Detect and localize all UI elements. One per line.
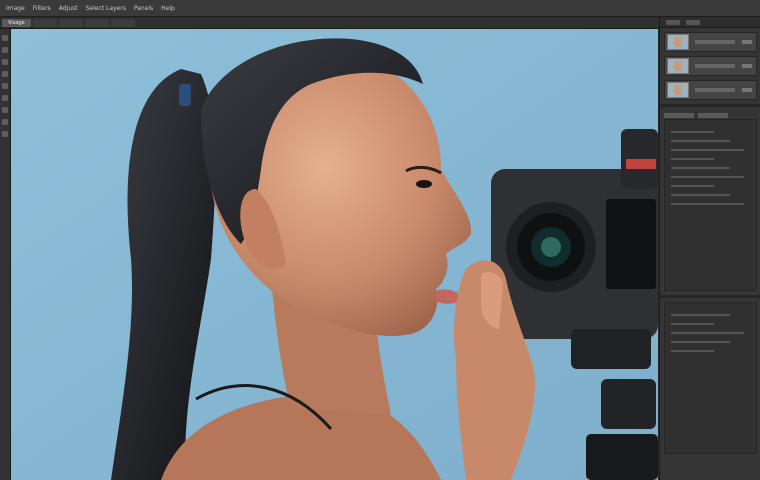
menu-item-help[interactable]: Help [161,5,175,12]
history-line [671,314,731,316]
property-line [671,176,744,178]
photo-woman-with-camera [11,29,658,480]
visibility-eye-icon[interactable] [742,64,752,68]
lasso-tool-icon[interactable] [2,59,8,65]
layer-row[interactable] [664,56,757,76]
tab-document-5[interactable] [110,18,135,27]
menu-item-filters[interactable]: Filters [33,5,51,12]
visibility-eye-icon[interactable] [742,88,752,92]
layers-list [660,28,760,100]
adjustments-tab[interactable] [698,112,728,118]
layer-row[interactable] [664,80,757,100]
document-tabs: Visage [0,17,660,29]
layer-thumbnail-icon [667,34,689,50]
menu-item-select-layers[interactable]: Select Layers [86,5,126,12]
brush-tool-icon[interactable] [2,83,8,89]
history-box [664,302,757,454]
menu-bar: Image Filters Adjust Select Layers Panel… [0,0,760,17]
property-line [671,185,715,187]
menu-item-image[interactable]: Image [6,5,25,12]
clone-tool-icon[interactable] [2,107,8,113]
layer-name [695,88,735,92]
layer-row[interactable] [664,32,757,52]
history-line [671,323,715,325]
layer-name [695,64,735,68]
panel-tab-icon[interactable] [686,19,700,25]
menu-item-adjust[interactable]: Adjust [59,5,78,12]
property-line [671,194,731,196]
history-line [671,332,744,334]
properties-box [664,119,757,291]
tools-toolbar [0,29,11,480]
tab-document-2[interactable] [32,18,57,27]
zoom-tool-icon[interactable] [2,131,8,137]
crop-tool-icon[interactable] [2,71,8,77]
panel-divider [660,295,760,298]
tab-document-3[interactable] [58,18,83,27]
text-tool-icon[interactable] [2,119,8,125]
panel-tab-icon[interactable] [666,19,680,25]
panel-divider [660,104,760,107]
property-line [671,167,731,169]
tab-document-4[interactable] [84,18,109,27]
layer-name [695,40,735,44]
property-line [671,149,744,151]
select-tool-icon[interactable] [2,47,8,53]
properties-tab[interactable] [664,112,694,118]
layer-thumbnail-icon [667,82,689,98]
history-line [671,350,715,352]
properties-header [664,111,757,119]
visibility-eye-icon[interactable] [742,40,752,44]
move-tool-icon[interactable] [2,35,8,41]
panel-header [660,17,760,28]
property-line [671,158,715,160]
tab-visage[interactable]: Visage [2,18,31,27]
property-line [671,140,731,142]
property-line [671,131,715,133]
image-canvas[interactable] [11,29,658,480]
layer-thumbnail-icon [667,58,689,74]
eraser-tool-icon[interactable] [2,95,8,101]
layers-panel [659,17,760,480]
menu-item-panels[interactable]: Panels [134,5,153,12]
history-line [671,341,731,343]
property-line [671,203,744,205]
